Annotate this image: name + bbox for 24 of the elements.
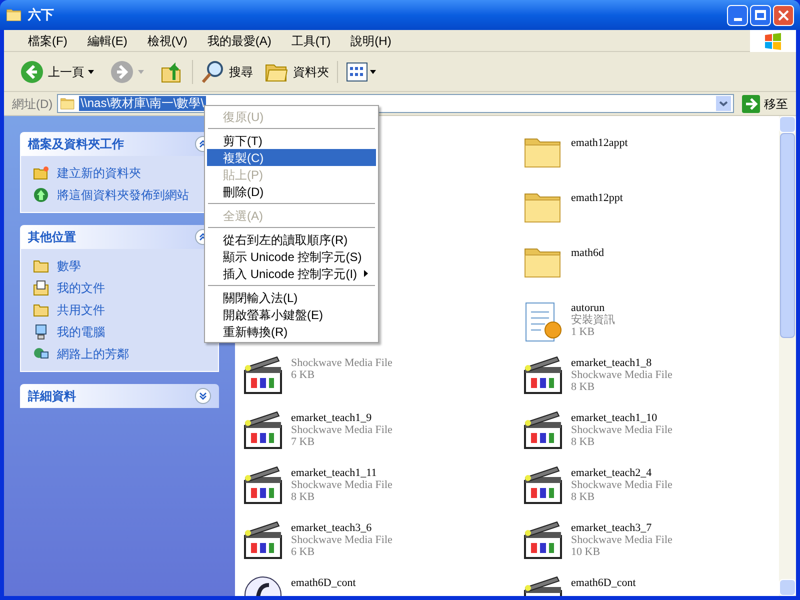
file-type: Shockwave Media File: [571, 369, 672, 381]
file-type: Shockwave Media File: [291, 357, 392, 369]
file-size: 1 KB: [571, 326, 596, 338]
file-type: Shockwave Media File: [571, 534, 672, 546]
file-type: Shockwave Media File: [291, 479, 392, 491]
panel-title: 檔案及資料夾工作: [28, 136, 124, 153]
file-size: 10 KB: [571, 546, 602, 558]
file-type: Shockwave Media File: [571, 424, 672, 436]
address-text: \\nas\教材庫\南一\數學\: [78, 96, 206, 111]
panel-title: 詳細資料: [28, 388, 76, 405]
file-size: 8 KB: [571, 436, 596, 448]
file-type: Shockwave Media File: [291, 534, 392, 546]
panel-title: 其他位置: [28, 229, 76, 246]
file-size: 8 KB: [291, 491, 316, 503]
file-size: 7 KB: [291, 436, 316, 448]
address-label: 網址(D): [12, 96, 53, 112]
file-type: 安裝資訊: [571, 314, 615, 326]
file-type: Shockwave Media File: [571, 479, 672, 491]
file-size: 6 KB: [291, 369, 316, 381]
window-title: 六下: [28, 6, 54, 24]
file-size: 6 KB: [291, 546, 316, 558]
file-size: 8 KB: [571, 381, 596, 393]
file-size: 8 KB: [571, 491, 596, 503]
file-type: Shockwave Media File: [291, 424, 392, 436]
